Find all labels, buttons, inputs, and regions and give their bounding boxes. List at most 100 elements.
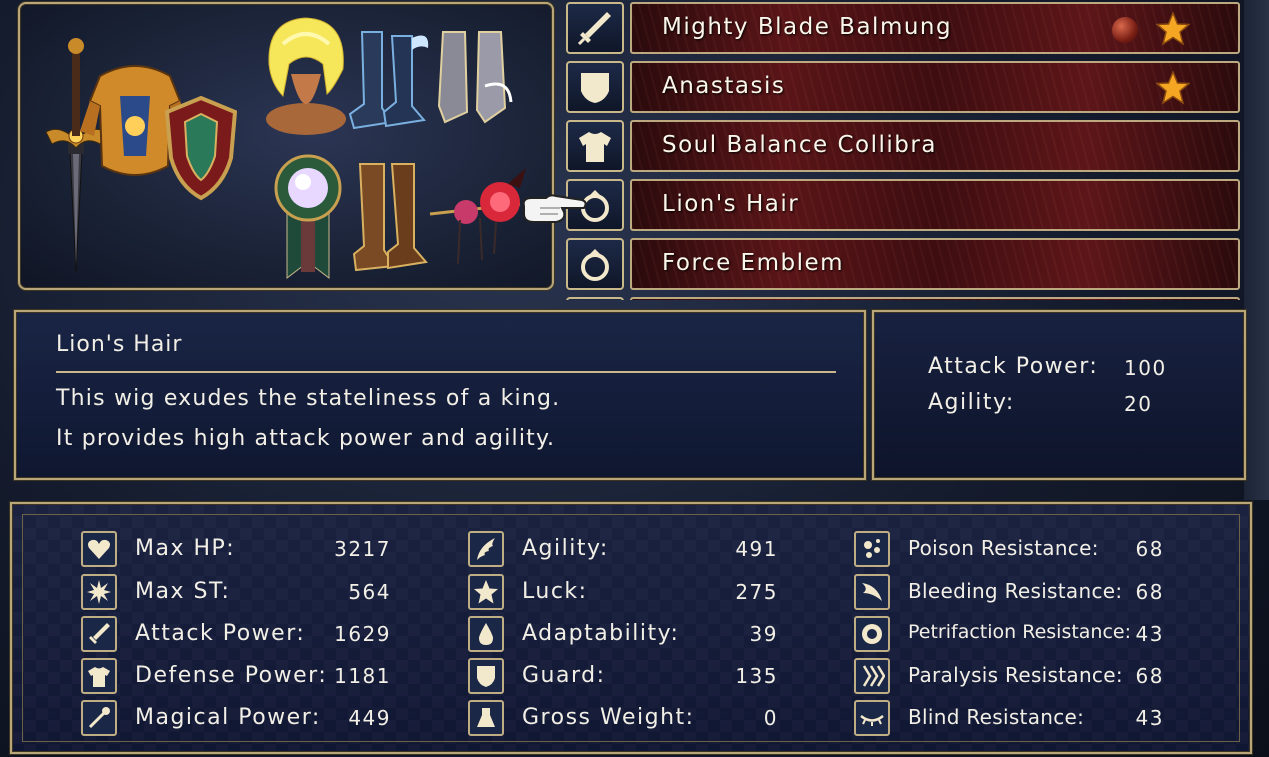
equip-slot-next[interactable] (564, 295, 1244, 300)
item-agility-label: Agility: (928, 390, 1015, 415)
brown-boots-art (352, 163, 428, 272)
star-icon (468, 574, 504, 610)
petrify-icon (854, 616, 890, 652)
stat-value: 39 (749, 622, 778, 646)
description-line-1: This wig exudes the stateliness of a kin… (56, 386, 561, 411)
equip-slot-armor[interactable]: Soul Balance Collibra (564, 118, 1244, 172)
stat-guard: Guard: 135 (468, 658, 798, 696)
description-line-2: It provides high attack power and agilit… (56, 426, 556, 451)
stat-label: Gross Weight: (522, 705, 695, 730)
wig-art (266, 17, 346, 135)
equip-name-bar: Force Emblem (630, 238, 1240, 290)
stat-value: 0 (763, 706, 778, 730)
stat-value: 68 (1135, 537, 1164, 561)
stat-max-st: Max ST: 564 (81, 574, 411, 612)
stat-adaptability: Adaptability: 39 (468, 616, 798, 654)
stat-label: Max ST: (135, 579, 231, 604)
item-title: Lion's Hair (56, 332, 183, 357)
stat-value: 43 (1135, 622, 1164, 646)
star-icon (1156, 71, 1190, 105)
stat-value: 1629 (334, 622, 391, 646)
drop-icon (468, 616, 504, 652)
stat-label: Attack Power: (135, 621, 306, 646)
stat-petrifaction-resistance: Petrifaction Resistance: 43 (854, 616, 1184, 654)
stat-label: Poison Resistance: (908, 536, 1099, 560)
heart-icon (81, 531, 117, 567)
equip-name: Soul Balance Collibra (662, 132, 937, 158)
stat-value: 3217 (334, 537, 391, 561)
stat-value: 564 (348, 580, 391, 604)
armor-icon (566, 120, 624, 172)
wing-icon (468, 531, 504, 567)
stat-label: Magical Power: (135, 705, 321, 730)
equip-name: Anastasis (662, 73, 786, 99)
stat-value: 275 (735, 580, 778, 604)
equip-name-bar: Anastasis (630, 61, 1240, 113)
item-attack-value: 100 (1124, 356, 1167, 380)
equip-name-bar: Mighty Blade Balmung (630, 2, 1240, 54)
eye-closed-icon (854, 700, 890, 736)
stat-value: 135 (735, 664, 778, 688)
burst-icon (81, 574, 117, 610)
stat-defense-power: Defense Power: 1181 (81, 658, 411, 696)
stat-luck: Luck: 275 (468, 574, 798, 612)
stat-magical-power: Magical Power: 449 (81, 700, 411, 738)
equip-name-bar: Soul Balance Collibra (630, 120, 1240, 172)
item-agility-value: 20 (1124, 392, 1153, 416)
character-stats-panel: Max HP: 3217 Max ST: 564 Attack Power: 1… (10, 502, 1252, 754)
poison-icon (854, 531, 890, 567)
paralysis-icon (854, 658, 890, 694)
stat-value: 491 (735, 537, 778, 561)
medal-art (274, 154, 342, 280)
equip-slot-shield[interactable]: Anastasis (564, 59, 1244, 113)
equip-name-bar: Lion's Hair (630, 179, 1240, 231)
equip-slot-weapon[interactable]: Mighty Blade Balmung (564, 0, 1244, 54)
stat-label: Agility: (522, 536, 609, 561)
equip-name: Mighty Blade Balmung (662, 14, 953, 40)
sword-icon (566, 2, 624, 54)
equip-slot-accessory-1[interactable]: Lion's Hair (564, 177, 1244, 231)
stat-label: Max HP: (135, 536, 236, 561)
stat-label: Blind Resistance: (908, 705, 1085, 729)
item-attack-label: Attack Power: (928, 354, 1099, 379)
stat-value: 1181 (334, 664, 391, 688)
stat-value: 449 (348, 706, 391, 730)
equip-slot-accessory-2[interactable]: Force Emblem (564, 236, 1244, 290)
divider (56, 371, 836, 373)
background-edge (1244, 0, 1269, 500)
stat-value: 68 (1135, 580, 1164, 604)
stat-value: 43 (1135, 706, 1164, 730)
slot-icon-partial (566, 297, 624, 300)
stat-label: Luck: (522, 579, 588, 604)
equipment-preview (18, 2, 554, 290)
wand-icon (81, 700, 117, 736)
pointing-hand-cursor-icon (522, 194, 587, 223)
stat-poison-resistance: Poison Resistance: 68 (854, 531, 1184, 569)
equip-name: Force Emblem (662, 250, 845, 276)
stat-gross-weight: Gross Weight: 0 (468, 700, 798, 738)
stat-label: Adaptability: (522, 621, 680, 646)
shield-icon (468, 658, 504, 694)
ring-icon (566, 238, 624, 290)
stat-agility: Agility: 491 (468, 531, 798, 569)
greaves-art (437, 31, 513, 124)
stat-blind-resistance: Blind Resistance: 43 (854, 700, 1184, 738)
stat-bleeding-resistance: Bleeding Resistance: 68 (854, 574, 1184, 612)
star-icon (1156, 12, 1190, 46)
blue-boots-art (348, 31, 429, 130)
rose-emblem-art (429, 168, 526, 265)
gem-orb-icon (1112, 17, 1138, 43)
armor-icon (81, 658, 117, 694)
stat-value: 68 (1135, 664, 1164, 688)
bleed-icon (854, 574, 890, 610)
sword-icon (81, 616, 117, 652)
stat-label: Guard: (522, 663, 606, 688)
stat-max-hp: Max HP: 3217 (81, 531, 411, 569)
stats-inner-frame: Max HP: 3217 Max ST: 564 Attack Power: 1… (22, 514, 1240, 742)
equipment-list: Mighty Blade Balmung Anastasis Soul Bala… (564, 0, 1244, 300)
item-description-panel: Lion's Hair This wig exudes the statelin… (14, 310, 866, 480)
shield-art (165, 96, 237, 201)
shield-icon (566, 61, 624, 113)
stat-attack-power: Attack Power: 1629 (81, 616, 411, 654)
weight-icon (468, 700, 504, 736)
